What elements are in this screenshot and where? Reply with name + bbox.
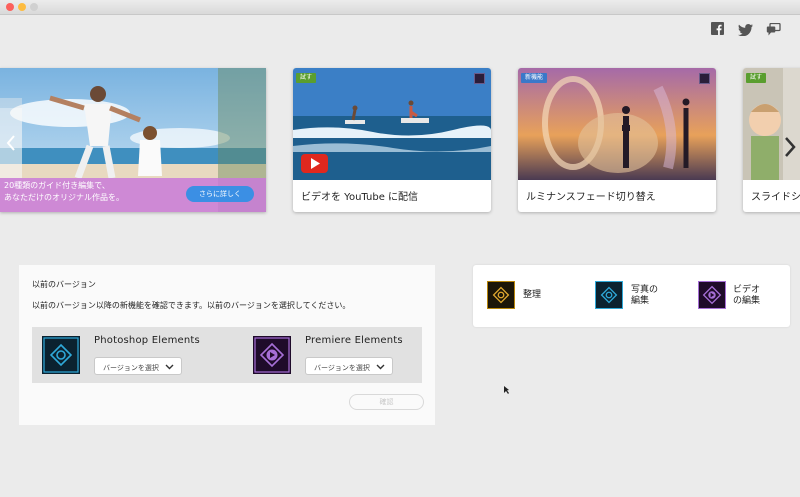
previous-version-description: 以前のバージョン以降の新機能を確認できます。以前のバージョンを選択してください。 bbox=[32, 301, 351, 310]
close-window-button[interactable] bbox=[6, 3, 14, 11]
photo-edit-label-line1: 写真の bbox=[631, 285, 659, 295]
organize-label: 整理 bbox=[523, 290, 542, 300]
hero-caption-line2: あなただけのオリジナル作品を。 bbox=[4, 193, 124, 202]
elements-icon bbox=[474, 73, 485, 84]
carousel-prev-button[interactable] bbox=[0, 108, 22, 178]
app-name-premiere: Premiere Elements bbox=[305, 335, 403, 346]
surfing-image bbox=[293, 68, 491, 180]
chevron-left-icon bbox=[6, 135, 15, 151]
quick-actions-panel: 整理 写真の 編集 ビデオ の編集 bbox=[473, 265, 790, 327]
feedback-icon[interactable] bbox=[766, 21, 781, 40]
zoom-window-button[interactable] bbox=[30, 3, 38, 11]
photoshop-elements-icon bbox=[42, 336, 80, 374]
chevron-down-icon bbox=[376, 364, 385, 370]
select-value: バージョンを選択 bbox=[314, 364, 370, 372]
app-select-box: Photoshop Elements バージョンを選択 Premiere Ele… bbox=[32, 327, 422, 383]
card-badge: 新機能 bbox=[521, 73, 548, 83]
chevron-right-icon bbox=[785, 137, 796, 157]
facebook-icon[interactable] bbox=[711, 20, 724, 39]
mouse-cursor-icon bbox=[504, 386, 509, 394]
video-edit-label: ビデオ の編集 bbox=[733, 285, 760, 307]
card-youtube[interactable]: 試す ビデオを YouTube に配信 bbox=[293, 68, 491, 212]
window-titlebar bbox=[0, 0, 800, 15]
previous-version-panel: 以前のバージョン 以前のバージョン以降の新機能を確認できます。以前のバージョンを… bbox=[19, 265, 435, 425]
sunset-image bbox=[518, 68, 716, 180]
video-edit-label-line1: ビデオ bbox=[733, 285, 761, 295]
minimize-window-button[interactable] bbox=[18, 3, 26, 11]
photo-edit-label-line2: 編集 bbox=[631, 296, 650, 306]
card-label: ビデオを YouTube に配信 bbox=[301, 192, 419, 203]
premiere-version-select[interactable]: バージョンを選択 bbox=[305, 357, 393, 375]
confirm-button[interactable]: 確認 bbox=[349, 394, 424, 410]
premiere-elements-icon bbox=[253, 336, 291, 374]
select-value: バージョンを選択 bbox=[103, 364, 159, 372]
photo-editor-icon bbox=[595, 281, 623, 309]
app-name-photoshop: Photoshop Elements bbox=[94, 335, 200, 346]
twitter-icon[interactable] bbox=[738, 21, 753, 40]
learn-more-button[interactable]: さらに詳しく bbox=[186, 186, 254, 202]
carousel-next-button[interactable] bbox=[780, 112, 800, 182]
hero-caption-line1: 20種類のガイド付き編集で、 bbox=[4, 181, 110, 190]
card-luminance[interactable]: 新機能 ルミナンスフェード切り替え bbox=[518, 68, 716, 212]
previous-version-title: 以前のバージョン bbox=[32, 280, 96, 289]
hero-card[interactable]: 20種類のガイド付き編集で、 あなただけのオリジナル作品を。 さらに詳しく bbox=[0, 68, 266, 212]
photoshop-version-select[interactable]: バージョンを選択 bbox=[94, 357, 182, 375]
card-label: スライドショ bbox=[751, 192, 800, 203]
card-badge: 試す bbox=[746, 73, 767, 83]
video-edit-label-line2: の編集 bbox=[733, 296, 761, 306]
card-badge: 試す bbox=[296, 73, 317, 83]
video-editor-icon bbox=[698, 281, 726, 309]
organizer-icon bbox=[487, 281, 515, 309]
card-label: ルミナンスフェード切り替え bbox=[526, 192, 656, 203]
photo-edit-label: 写真の 編集 bbox=[631, 285, 658, 307]
elements-icon bbox=[699, 73, 710, 84]
chevron-down-icon bbox=[165, 364, 174, 370]
